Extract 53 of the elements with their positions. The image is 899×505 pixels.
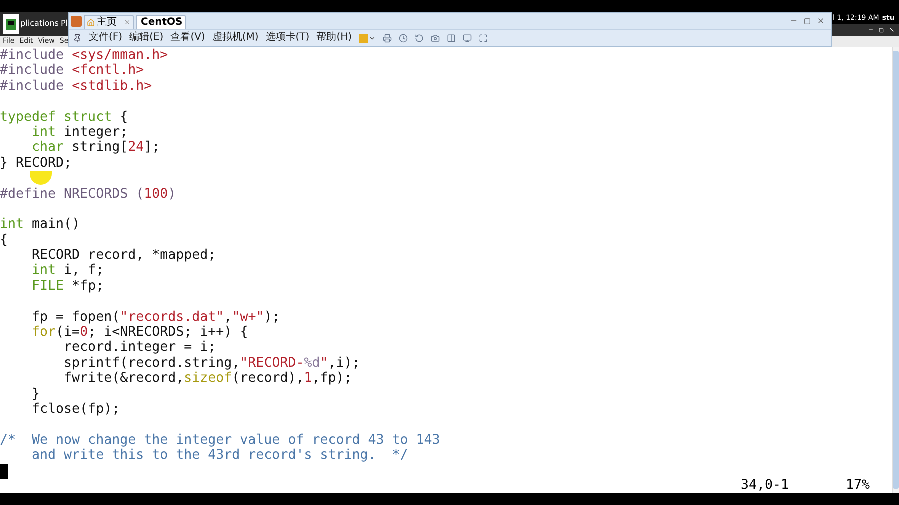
menu-item[interactable]: 选项卡(T) — [266, 33, 310, 43]
toolbar-icon[interactable] — [479, 34, 488, 42]
menu-item[interactable]: 编辑(E) — [130, 33, 164, 43]
code-line: FILE *fp; — [31, 278, 104, 294]
toolbar-icon[interactable] — [415, 34, 424, 42]
pointer-highlight — [30, 171, 52, 185]
code-line: fclose(fp); — [31, 402, 120, 418]
code-line: #include <sys/mman.h> — [0, 48, 168, 64]
panel-menu[interactable]: Pl — [60, 18, 68, 30]
code-line: } RECORD; — [0, 156, 72, 172]
code-line: #define NRECORDS (100) — [0, 186, 176, 202]
code-line: sprintf(record.string,"RECORD-%d",i); — [63, 356, 360, 372]
power-button[interactable] — [359, 34, 376, 42]
code-line: and write this to the 43rd record's string. */ — [31, 448, 408, 464]
maximize-icon[interactable] — [804, 18, 811, 24]
close-icon — [124, 19, 131, 26]
menu-item[interactable]: 虚拟机(M) — [212, 33, 259, 43]
code-line: fp = fopen("records.dat","w+"); — [31, 310, 280, 326]
caret-icon — [369, 34, 376, 42]
code-line: typedef struct { — [0, 110, 128, 125]
menu-item[interactable]: 帮助(H) — [316, 33, 352, 43]
toolbar-icon[interactable] — [399, 34, 408, 42]
code-line: int integer; — [31, 124, 128, 140]
code-line: record.integer = i; — [63, 340, 216, 356]
scrollbar[interactable] — [892, 47, 899, 493]
code-line: int main() — [0, 217, 80, 233]
cursor-position: 34,0-1 — [741, 478, 790, 494]
home-icon — [87, 18, 95, 26]
app-icon[interactable] — [3, 14, 19, 34]
code-line: #include <fcntl.h> — [0, 63, 144, 79]
code-line: /* We now change the integer value of record 43 to 143 — [0, 432, 440, 448]
toolbar-icon[interactable] — [383, 34, 392, 42]
toolbar-icon[interactable] — [447, 34, 456, 42]
code-line: fwrite(&record,sizeof(record),1,fp); — [63, 371, 352, 387]
text-cursor — [0, 464, 8, 479]
code-line: #include <stdlib.h> — [0, 78, 152, 94]
vm-tab[interactable]: CentOS — [136, 15, 186, 29]
code-line: for(i=0; i<NRECORDS; i++) { — [31, 325, 248, 340]
code-line: { — [0, 232, 8, 248]
toolbar-icon[interactable] — [463, 34, 472, 42]
scroll-percent: 17% — [846, 478, 870, 494]
pin-icon[interactable] — [73, 34, 82, 42]
scrollbar-thumb[interactable] — [893, 51, 899, 489]
menu-item[interactable]: 文件(F) — [89, 33, 123, 43]
code-line: RECORD record, *mapped; — [31, 248, 216, 264]
code-line: char string[24]; — [31, 140, 160, 156]
toolbar-icon[interactable] — [431, 34, 440, 42]
code-line: int i, f; — [31, 263, 104, 279]
panel-menu[interactable]: plications — [20, 18, 59, 30]
menu-item[interactable]: 查看(V) — [170, 33, 206, 43]
vm-tab[interactable]: 主页 — [84, 15, 134, 29]
code-line: } — [31, 386, 40, 402]
minimize-icon[interactable] — [868, 27, 874, 33]
